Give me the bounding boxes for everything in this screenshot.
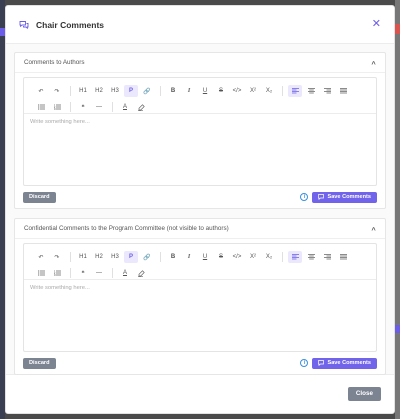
bullet-list-icon[interactable] (34, 267, 48, 279)
editor-toolbar: ↶ ↷ H1 H2 H3 P 🔗 B I U S </> X² X₂ ❝ — A (24, 244, 376, 280)
align-right-icon[interactable] (320, 85, 334, 97)
italic-button[interactable]: I (182, 85, 196, 97)
paragraph-button[interactable]: P (124, 85, 138, 97)
ordered-list-icon[interactable] (50, 101, 64, 113)
toolbar-divider (70, 252, 71, 262)
link-icon[interactable]: 🔗 (140, 251, 154, 263)
highlight-icon[interactable] (134, 101, 148, 113)
modal-title: Chair Comments (36, 19, 105, 30)
redo-icon[interactable]: ↷ (50, 251, 64, 263)
toolbar-divider (70, 268, 71, 278)
toolbar-divider (282, 252, 283, 262)
confidential-comments-section: Confidential Comments to the Program Com… (14, 218, 386, 375)
toolbar-divider (70, 86, 71, 96)
underline-button[interactable]: U (198, 85, 212, 97)
section-header[interactable]: Confidential Comments to the Program Com… (15, 219, 385, 239)
horizontal-rule-icon[interactable]: — (92, 101, 106, 113)
heading3-button[interactable]: H3 (108, 251, 122, 263)
save-comments-button[interactable]: Save Comments (312, 357, 377, 369)
heading2-button[interactable]: H2 (92, 251, 106, 263)
align-left-icon[interactable] (288, 251, 302, 263)
toolbar-divider (112, 102, 113, 112)
close-button[interactable]: Close (347, 387, 381, 401)
save-comments-label: Save Comments (327, 194, 371, 200)
horizontal-rule-icon[interactable]: — (92, 267, 106, 279)
discard-button[interactable]: Discard (23, 357, 56, 369)
redo-icon[interactable]: ↷ (50, 85, 64, 97)
comment-icon (318, 194, 325, 200)
heading1-button[interactable]: H1 (76, 251, 90, 263)
background-red-button (395, 24, 400, 34)
editor-content[interactable]: Write something here... (24, 114, 376, 185)
section-title: Comments to Authors (24, 59, 85, 66)
editor-placeholder: Write something here... (30, 119, 90, 125)
editor-placeholder: Write something here... (30, 285, 90, 291)
toolbar-divider (70, 102, 71, 112)
modal-footer: Close (6, 375, 394, 413)
quote-icon[interactable]: ❝ (76, 101, 90, 113)
code-button[interactable]: </> (230, 85, 244, 97)
toolbar-divider (160, 252, 161, 262)
comment-icon (318, 360, 325, 366)
superscript-button[interactable]: X² (246, 85, 260, 97)
save-comments-button[interactable]: Save Comments (312, 191, 377, 203)
section-header[interactable]: Comments to Authors ∧ (15, 53, 385, 73)
toolbar-divider (282, 86, 283, 96)
align-justify-icon[interactable] (336, 85, 350, 97)
superscript-button[interactable]: X² (246, 251, 260, 263)
quote-icon[interactable]: ❝ (76, 267, 90, 279)
background-page (395, 0, 400, 419)
ordered-list-icon[interactable] (50, 267, 64, 279)
link-icon[interactable]: 🔗 (140, 85, 154, 97)
section-title: Confidential Comments to the Program Com… (24, 225, 229, 232)
toolbar-divider (112, 268, 113, 278)
align-justify-icon[interactable] (336, 251, 350, 263)
align-center-icon[interactable] (304, 251, 318, 263)
align-right-icon[interactable] (320, 251, 334, 263)
authors-comments-section: Comments to Authors ∧ ↶ ↷ H1 H2 H3 P 🔗 B… (14, 52, 386, 209)
heading1-button[interactable]: H1 (76, 85, 90, 97)
rich-text-editor: ↶ ↷ H1 H2 H3 P 🔗 B I U S </> X² X₂ ❝ — A… (23, 77, 377, 186)
bold-button[interactable]: B (166, 85, 180, 97)
strikethrough-button[interactable]: S (214, 251, 228, 263)
text-color-button[interactable]: A (118, 267, 132, 279)
background-blue-button (395, 325, 400, 333)
strikethrough-button[interactable]: S (214, 85, 228, 97)
code-button[interactable]: </> (230, 251, 244, 263)
subscript-button[interactable]: X₂ (262, 251, 276, 263)
undo-icon[interactable]: ↶ (34, 251, 48, 263)
editor-toolbar: ↶ ↷ H1 H2 H3 P 🔗 B I U S </> X² X₂ ❝ — A (24, 78, 376, 114)
chair-comments-modal: Chair Comments ✕ Comments to Authors ∧ ↶… (5, 5, 395, 414)
paragraph-button[interactable]: P (124, 251, 138, 263)
heading3-button[interactable]: H3 (108, 85, 122, 97)
modal-body: Comments to Authors ∧ ↶ ↷ H1 H2 H3 P 🔗 B… (6, 44, 394, 375)
info-icon[interactable]: i (300, 359, 309, 367)
undo-icon[interactable]: ↶ (34, 85, 48, 97)
chevron-up-icon[interactable]: ∧ (370, 59, 376, 66)
text-color-button[interactable]: A (118, 101, 132, 113)
comments-icon (19, 20, 29, 30)
align-left-icon[interactable] (288, 85, 302, 97)
close-icon[interactable]: ✕ (372, 19, 381, 30)
heading2-button[interactable]: H2 (92, 85, 106, 97)
bold-button[interactable]: B (166, 251, 180, 263)
chevron-up-icon[interactable]: ∧ (370, 225, 376, 232)
editor-content[interactable]: Write something here... (24, 280, 376, 351)
align-center-icon[interactable] (304, 85, 318, 97)
modal-header: Chair Comments ✕ (6, 6, 394, 44)
info-icon[interactable]: i (300, 193, 309, 201)
discard-button[interactable]: Discard (23, 191, 56, 203)
highlight-icon[interactable] (134, 267, 148, 279)
italic-button[interactable]: I (182, 251, 196, 263)
subscript-button[interactable]: X₂ (262, 85, 276, 97)
bullet-list-icon[interactable] (34, 101, 48, 113)
rich-text-editor: ↶ ↷ H1 H2 H3 P 🔗 B I U S </> X² X₂ ❝ — A… (23, 243, 377, 352)
save-comments-label: Save Comments (327, 360, 371, 366)
underline-button[interactable]: U (198, 251, 212, 263)
toolbar-divider (160, 86, 161, 96)
